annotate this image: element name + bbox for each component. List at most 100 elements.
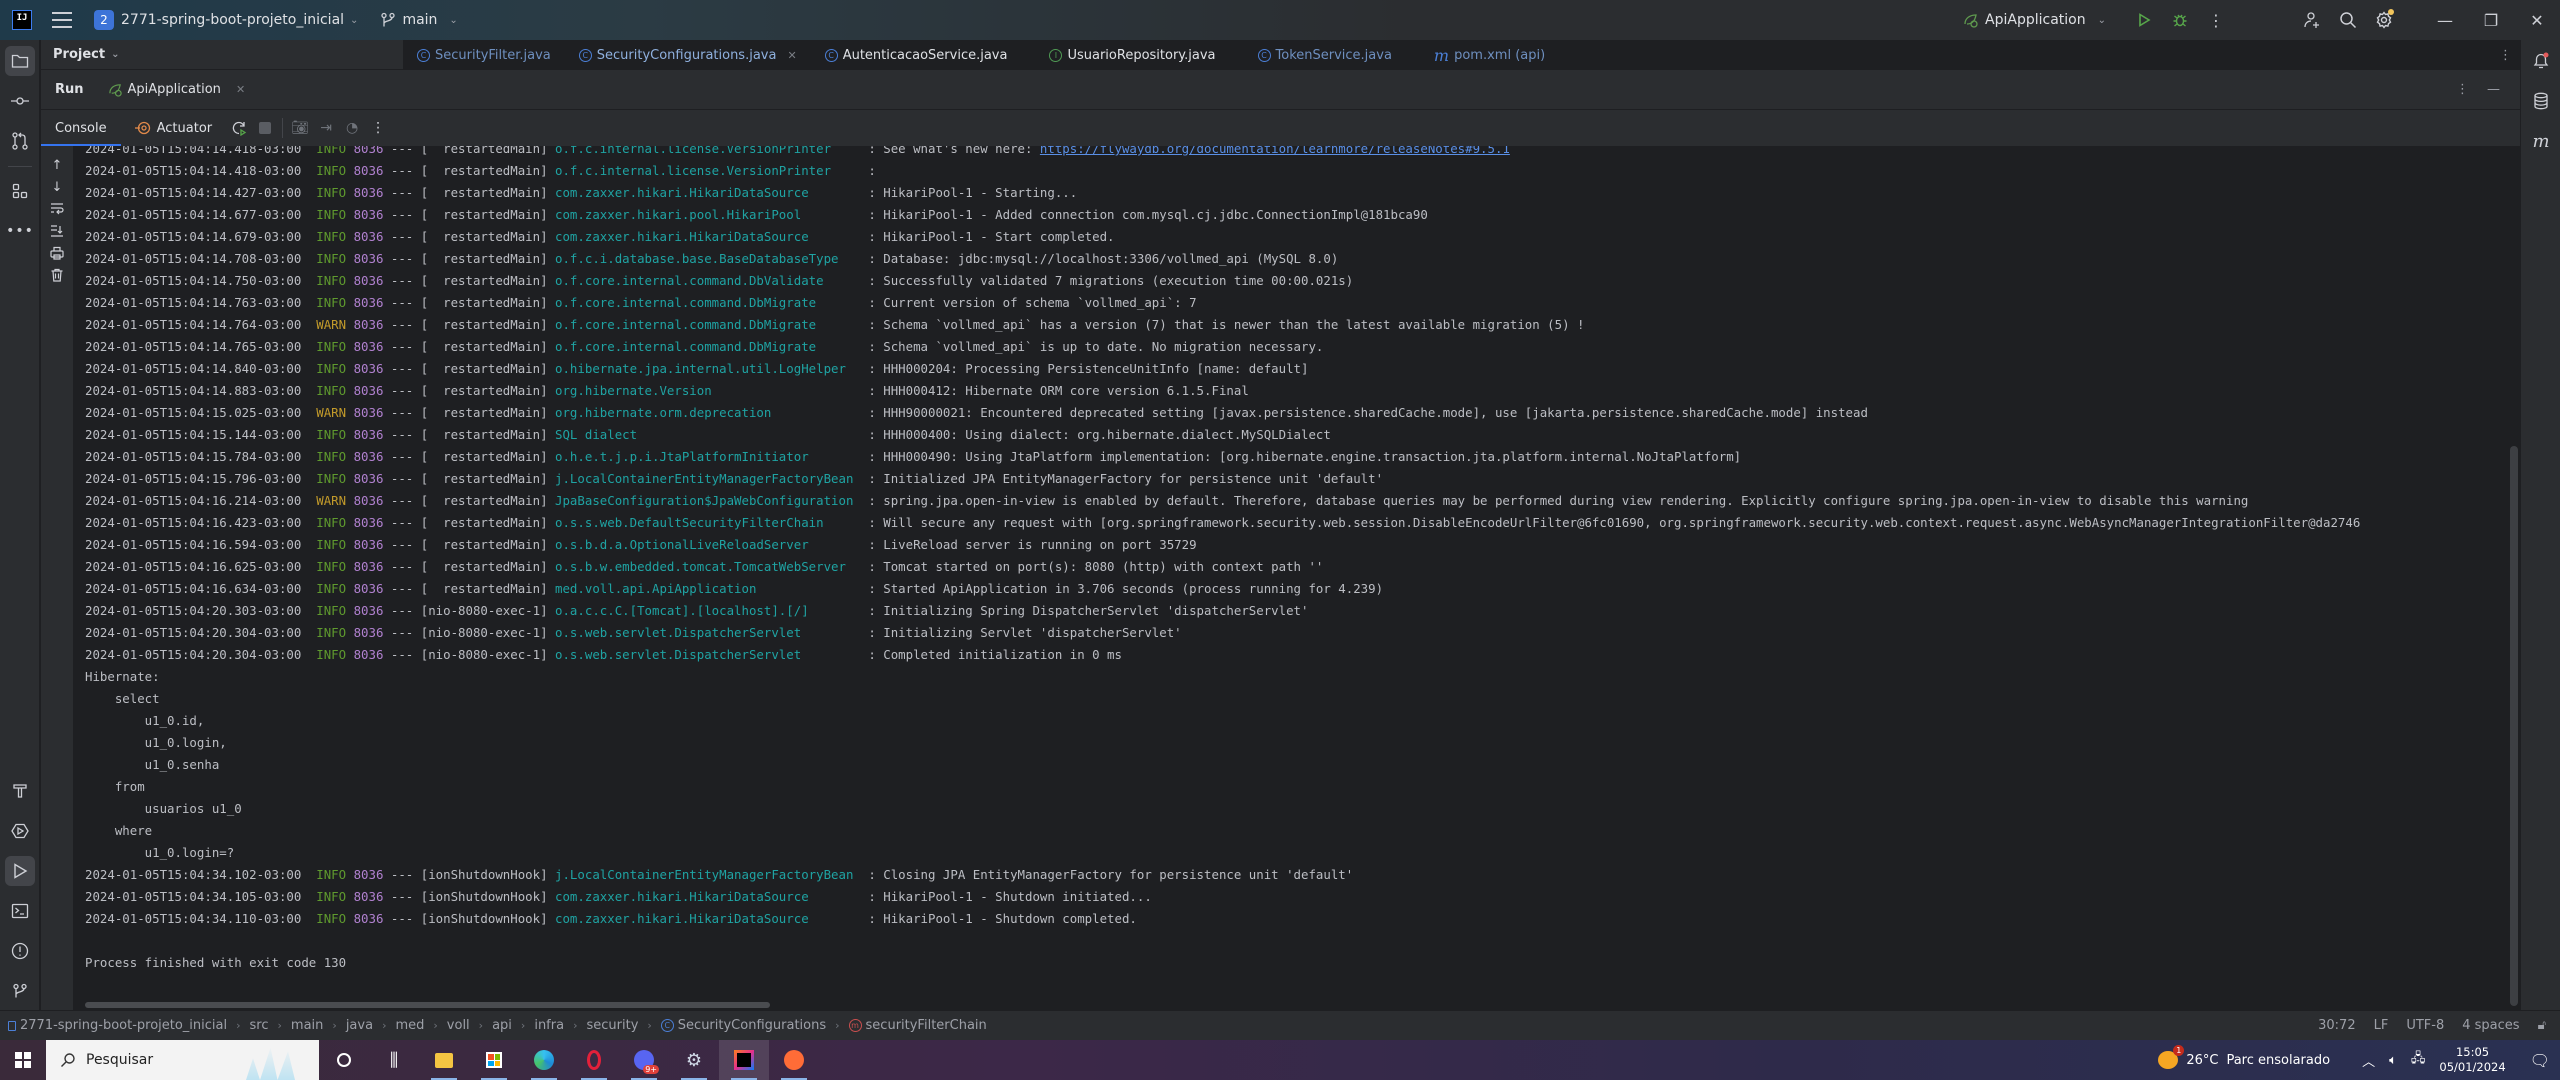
editor-tab[interactable]: I UsuarioRepository.java xyxy=(1021,40,1229,70)
breadcrumb-item[interactable]: security xyxy=(586,1018,638,1033)
build-tool-button[interactable] xyxy=(5,776,35,806)
breadcrumb-item[interactable]: med xyxy=(395,1018,424,1033)
more-tools-button[interactable]: ••• xyxy=(5,216,35,246)
editor-tab[interactable]: m pom.xml (api) xyxy=(1406,40,1559,70)
main-menu-icon[interactable] xyxy=(52,12,72,28)
log-link[interactable]: https://flywaydb.org/documentation/learn… xyxy=(1040,146,1510,156)
log-timestamp: 2024-01-05T15:04:15.796-03:00 xyxy=(85,471,317,486)
system-clock[interactable]: 15:05 05/01/2024 xyxy=(2439,1045,2505,1075)
close-window-button[interactable]: ✕ xyxy=(2514,0,2560,40)
debug-button[interactable] xyxy=(2162,0,2198,40)
taskbar-edge[interactable] xyxy=(519,1040,569,1080)
taskbar-intellij[interactable] xyxy=(719,1040,769,1080)
task-view-button[interactable]: ⫼ xyxy=(369,1040,419,1080)
branch-selector[interactable]: main ⌄ xyxy=(380,12,458,28)
more-actions-button[interactable]: ⋮ xyxy=(2198,0,2234,40)
project-badge[interactable]: 2 xyxy=(94,10,114,30)
taskbar-discord[interactable]: 9+ xyxy=(619,1040,669,1080)
editor-tab[interactable]: C TokenService.java xyxy=(1230,40,1406,70)
screenshot-button[interactable]: 📷︎ xyxy=(287,110,313,146)
taskbar-store[interactable] xyxy=(469,1040,519,1080)
breadcrumb-item[interactable]: api xyxy=(492,1018,512,1033)
hide-panel-icon[interactable]: — xyxy=(2487,82,2500,97)
scroll-up-button[interactable]: ↑ xyxy=(48,156,66,174)
intellij-logo-icon[interactable]: IJ xyxy=(12,10,32,30)
file-encoding[interactable]: UTF-8 xyxy=(2406,1018,2444,1033)
soft-wrap-button[interactable] xyxy=(48,200,66,218)
breadcrumb-item[interactable]: C SecurityConfigurations xyxy=(660,1018,826,1033)
vertical-scrollbar[interactable] xyxy=(2510,446,2518,1006)
minimize-button[interactable]: — xyxy=(2422,0,2468,40)
terminal-tool-button[interactable] xyxy=(5,896,35,926)
project-tool-button[interactable] xyxy=(5,46,35,76)
maven-tool-button[interactable]: m xyxy=(2526,126,2556,156)
lock-icon[interactable]: 🔓︎ xyxy=(2538,1018,2546,1033)
rerun-button[interactable] xyxy=(226,110,252,146)
git-tool-button[interactable] xyxy=(5,976,35,1006)
console-tab[interactable]: Console xyxy=(41,110,121,146)
tray-expand-icon[interactable]: ︿ xyxy=(2362,1051,2375,1070)
log-level: INFO xyxy=(316,295,354,310)
project-selector[interactable]: 2771-spring-boot-projeto_inicial xyxy=(121,12,344,28)
breadcrumb-item[interactable]: voll xyxy=(447,1018,470,1033)
breadcrumb-item[interactable]: src xyxy=(250,1018,269,1033)
close-tab-icon[interactable]: ✕ xyxy=(787,49,796,62)
horizontal-scrollbar[interactable] xyxy=(85,1002,770,1008)
services-tool-button[interactable] xyxy=(5,816,35,846)
start-button[interactable] xyxy=(0,1040,46,1080)
breadcrumb-item[interactable]: infra xyxy=(534,1018,564,1033)
project-panel-header[interactable]: Project ⌄ xyxy=(41,40,403,70)
right-tool-strip: m xyxy=(2520,40,2560,1010)
editor-tab[interactable]: C AutenticacaoService.java xyxy=(811,40,1022,70)
clear-console-button[interactable] xyxy=(48,266,66,284)
tabs-more-button[interactable]: ⋮ xyxy=(2499,40,2512,70)
pull-requests-tool-button[interactable] xyxy=(5,126,35,156)
cortana-button[interactable] xyxy=(319,1040,369,1080)
profiler-button[interactable]: ◔ xyxy=(339,110,365,146)
stop-button[interactable] xyxy=(252,110,278,146)
restore-button[interactable]: ❐ xyxy=(2468,0,2514,40)
run-options-icon[interactable]: ⋮ xyxy=(2456,82,2469,97)
taskbar-settings[interactable]: ⚙ xyxy=(669,1040,719,1080)
close-tab-icon[interactable]: ✕ xyxy=(236,83,245,96)
caret-position[interactable]: 30:72 xyxy=(2318,1018,2355,1033)
breadcrumb-item[interactable]: 2771-spring-boot-projeto_inicial xyxy=(8,1018,227,1033)
run-config-selector[interactable]: ApiApplication ⌄ xyxy=(1963,12,2106,28)
breadcrumb-item[interactable]: m securityFilterChain xyxy=(848,1018,987,1033)
scroll-to-end-button[interactable] xyxy=(48,222,66,240)
run-button[interactable] xyxy=(2126,0,2162,40)
run-tab-apiapplication[interactable]: ApiApplication ✕ xyxy=(108,82,245,97)
search-everywhere-button[interactable] xyxy=(2330,0,2366,40)
editor-tab[interactable]: C SecurityFilter.java xyxy=(403,40,565,70)
line-ending[interactable]: LF xyxy=(2374,1018,2389,1033)
notification-center-icon[interactable]: 🗨︎ xyxy=(2530,1051,2550,1070)
run-tool-button[interactable] xyxy=(5,856,35,886)
console-more-button[interactable]: ⋮ xyxy=(365,110,391,146)
restore-layout-button[interactable]: ⇥ xyxy=(313,110,339,146)
network-icon[interactable]: 🖧︎ xyxy=(2411,1049,2426,1071)
breadcrumb-item[interactable]: java xyxy=(346,1018,373,1033)
taskbar-opera[interactable] xyxy=(569,1040,619,1080)
settings-button[interactable] xyxy=(2366,0,2402,40)
volume-icon[interactable]: 🔈︎ xyxy=(2389,1053,2397,1068)
database-tool-button[interactable] xyxy=(2526,86,2556,116)
notifications-button[interactable] xyxy=(2526,46,2556,76)
scroll-down-button[interactable]: ↓ xyxy=(48,178,66,196)
code-with-me-button[interactable] xyxy=(2294,0,2330,40)
taskbar-search[interactable]: Pesquisar xyxy=(46,1040,319,1080)
commit-tool-button[interactable] xyxy=(5,86,35,116)
chevron-down-icon[interactable]: ⌄ xyxy=(350,15,358,26)
weather-widget[interactable]: 1 26°C Parc ensolarado xyxy=(2158,1045,2330,1069)
git-branch-icon xyxy=(381,12,396,27)
structure-tool-button[interactable] xyxy=(5,176,35,206)
indent-setting[interactable]: 4 spaces xyxy=(2462,1018,2519,1033)
taskbar-file-explorer[interactable] xyxy=(419,1040,469,1080)
taskbar-postman[interactable] xyxy=(769,1040,819,1080)
actuator-tab[interactable]: Actuator xyxy=(121,110,227,146)
print-button[interactable] xyxy=(48,244,66,262)
console-output[interactable]: 2024-01-05T15:04:14.418-03:00 INFO 8036 … xyxy=(73,146,2520,1000)
editor-tab-active[interactable]: C SecurityConfigurations.java ✕ xyxy=(565,40,811,70)
log-message: : xyxy=(868,163,884,178)
breadcrumb-item[interactable]: main xyxy=(291,1018,323,1033)
problems-tool-button[interactable] xyxy=(5,936,35,966)
